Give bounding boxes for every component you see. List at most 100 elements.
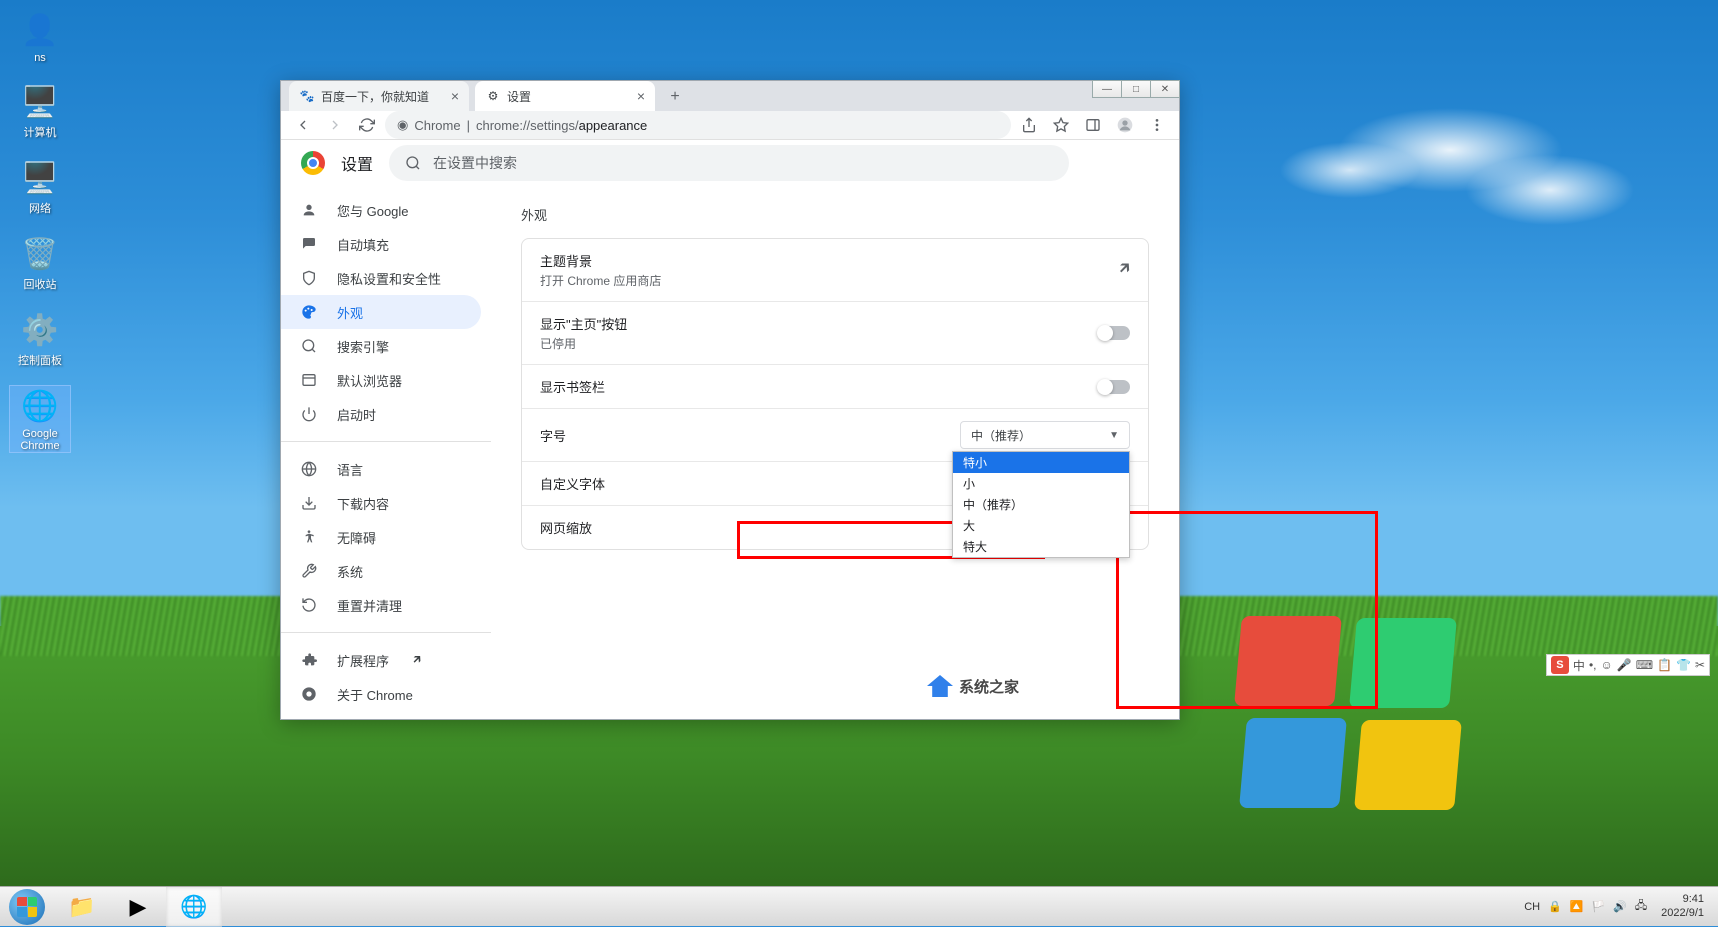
settings-title: 设置 xyxy=(341,151,373,175)
desktop-icon-回收站[interactable]: 🗑️回收站 xyxy=(10,234,70,292)
bookmarks-bar-toggle[interactable] xyxy=(1098,380,1130,394)
tray-icon[interactable]: 🏳️ xyxy=(1592,900,1606,913)
desktop-icon-glyph: 🗑️ xyxy=(20,234,60,274)
page-zoom-title: 网页缩放 xyxy=(540,518,592,537)
browser-tab[interactable]: 🐾百度一下，你就知道× xyxy=(289,81,469,111)
ime-item[interactable]: 📋 xyxy=(1657,658,1672,672)
home-button-subtitle: 已停用 xyxy=(540,335,627,352)
tab-favicon-icon: 🐾 xyxy=(299,88,315,104)
ime-item[interactable]: 中 xyxy=(1573,657,1585,674)
chrome-icon xyxy=(301,686,319,702)
settings-header: 设置 在设置中搜索 xyxy=(281,140,1179,185)
tab-strip: 🐾百度一下，你就知道×⚙设置×+ xyxy=(281,81,1179,111)
external-link-icon: 🡵 xyxy=(413,650,421,671)
ime-item[interactable]: ⌨ xyxy=(1636,658,1653,672)
dropdown-option[interactable]: 大 xyxy=(953,515,1129,536)
address-bar[interactable]: ◉ Chrome | chrome://settings/appearance xyxy=(385,111,1011,139)
ime-toolbar[interactable]: S 中•,☺🎤⌨📋👕✂ xyxy=(1546,654,1710,676)
theme-row[interactable]: 主题背景 打开 Chrome 应用商店 🡵 xyxy=(522,239,1148,302)
sidebar-item-label: 默认浏览器 xyxy=(337,371,402,390)
desktop-icon-ns[interactable]: 👤ns xyxy=(10,10,70,64)
close-button[interactable]: ✕ xyxy=(1150,80,1180,98)
tray-icon[interactable]: 🔒 xyxy=(1548,900,1562,913)
sidebar-item-label: 语言 xyxy=(337,460,363,479)
back-button[interactable] xyxy=(289,111,317,139)
desktop-icon-label: ns xyxy=(34,52,46,64)
shield-icon xyxy=(301,270,319,286)
sidebar-item-label: 自动填充 xyxy=(337,235,389,254)
sidebar-item-chrome[interactable]: 关于 Chrome xyxy=(281,677,481,711)
settings-search-input[interactable]: 在设置中搜索 xyxy=(389,145,1069,181)
sidebar-item-autofill[interactable]: 自动填充 xyxy=(281,227,481,261)
ime-item[interactable]: 🎤 xyxy=(1617,658,1632,672)
forward-button[interactable] xyxy=(321,111,349,139)
power-icon xyxy=(301,406,319,422)
tab-close-button[interactable]: × xyxy=(637,88,645,104)
sidebar-item-reset[interactable]: 重置并清理 xyxy=(281,588,481,622)
desktop-icon-Google Chrome[interactable]: 🌐Google Chrome xyxy=(10,386,70,452)
chrome-window: — □ ✕ 🐾百度一下，你就知道×⚙设置×+ ◉ Chrome | chrome… xyxy=(280,80,1180,720)
menu-button[interactable] xyxy=(1143,111,1171,139)
tray-icon[interactable]: 🔊 xyxy=(1613,900,1627,913)
maximize-button[interactable]: □ xyxy=(1121,80,1151,98)
sidebar-item-download[interactable]: 下载内容 xyxy=(281,486,481,520)
sidebar-item-label: 您与 Google xyxy=(337,201,409,220)
sidebar-item-label: 外观 xyxy=(337,303,363,322)
dropdown-option[interactable]: 特大 xyxy=(953,536,1129,557)
sidebar-item-shield[interactable]: 隐私设置和安全性 xyxy=(281,261,481,295)
sidebar-item-label: 启动时 xyxy=(337,405,376,424)
taskbar-item-media[interactable]: ▶ xyxy=(110,887,166,927)
chevron-down-icon: ▼ xyxy=(1109,430,1119,441)
reload-button[interactable] xyxy=(353,111,381,139)
new-tab-button[interactable]: + xyxy=(661,83,689,111)
chrome-logo-icon xyxy=(301,151,325,175)
taskbar-clock[interactable]: 9:41 2022/9/1 xyxy=(1655,893,1710,919)
browser-tab[interactable]: ⚙设置× xyxy=(475,81,655,111)
sidebar-item-power[interactable]: 启动时 xyxy=(281,397,481,431)
sidebar-item-browser[interactable]: 默认浏览器 xyxy=(281,363,481,397)
ime-item[interactable]: 👕 xyxy=(1676,658,1691,672)
ime-item[interactable]: ✂ xyxy=(1695,658,1705,672)
sidebar-item-extension[interactable]: 扩展程序🡵 xyxy=(281,643,481,677)
font-size-dropdown: 特小小中（推荐）大特大 xyxy=(952,451,1130,558)
taskbar-item-chrome[interactable]: 🌐 xyxy=(166,887,222,927)
sidebar-item-globe[interactable]: 语言 xyxy=(281,452,481,486)
tray-language[interactable]: CH xyxy=(1524,901,1540,913)
desktop-icon-计算机[interactable]: 🖥️计算机 xyxy=(10,82,70,140)
desktop-icon-label: 计算机 xyxy=(24,124,57,140)
side-panel-button[interactable] xyxy=(1079,111,1107,139)
dropdown-option[interactable]: 中（推荐） xyxy=(953,494,1129,515)
ime-item[interactable]: ☺ xyxy=(1600,658,1612,672)
sidebar-item-palette[interactable]: 外观 xyxy=(281,295,481,329)
sidebar-item-wrench[interactable]: 系统 xyxy=(281,554,481,588)
share-button[interactable] xyxy=(1015,111,1043,139)
sidebar-item-label: 关于 Chrome xyxy=(337,685,413,704)
font-size-select[interactable]: 中（推荐） ▼ xyxy=(960,421,1130,449)
sidebar-item-search[interactable]: 搜索引擎 xyxy=(281,329,481,363)
wrench-icon xyxy=(301,563,319,579)
tray-icon[interactable]: 🖧 xyxy=(1635,897,1647,916)
theme-subtitle: 打开 Chrome 应用商店 xyxy=(540,272,661,289)
profile-button[interactable] xyxy=(1111,111,1139,139)
tab-close-button[interactable]: × xyxy=(451,88,459,104)
taskbar-item-explorer[interactable]: 📁 xyxy=(54,887,110,927)
window-controls: — □ ✕ xyxy=(1093,80,1180,98)
dropdown-option[interactable]: 小 xyxy=(953,473,1129,494)
open-external-icon: 🡵 xyxy=(1119,257,1130,284)
watermark: 系统之家 xyxy=(927,675,1019,697)
desktop-icons: 👤ns 🖥️计算机 🖥️网络 🗑️回收站 ⚙️控制面板 🌐Google Chrome xyxy=(10,10,70,452)
minimize-button[interactable]: — xyxy=(1092,80,1122,98)
bookmark-button[interactable] xyxy=(1047,111,1075,139)
dropdown-option[interactable]: 特小 xyxy=(953,452,1129,473)
desktop-icon-控制面板[interactable]: ⚙️控制面板 xyxy=(10,310,70,368)
sidebar-item-label: 无障碍 xyxy=(337,528,376,547)
ime-item[interactable]: •, xyxy=(1589,658,1597,672)
sidebar-item-accessibility[interactable]: 无障碍 xyxy=(281,520,481,554)
desktop-icon-网络[interactable]: 🖥️网络 xyxy=(10,158,70,216)
search-icon xyxy=(405,155,421,171)
sidebar-item-person[interactable]: 您与 Google xyxy=(281,193,481,227)
tray-icon[interactable]: 🔼 xyxy=(1570,900,1584,913)
home-button-toggle[interactable] xyxy=(1098,326,1130,340)
start-button[interactable] xyxy=(0,887,54,927)
desktop-icon-glyph: 🌐 xyxy=(20,386,60,426)
